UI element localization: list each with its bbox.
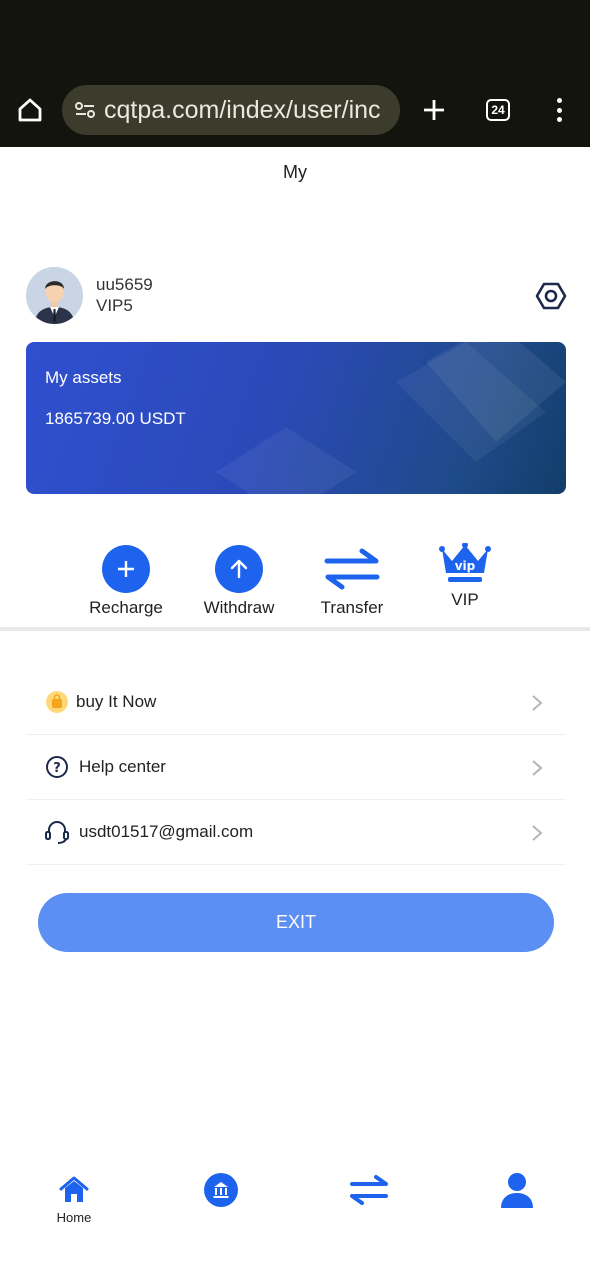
assets-card: My assets 1865739.00 USDT bbox=[26, 342, 566, 494]
chevron-right-icon bbox=[532, 695, 543, 711]
vip-button[interactable]: vip VIP bbox=[410, 543, 520, 610]
arrow-up-icon bbox=[215, 545, 263, 593]
transfer-label: Transfer bbox=[320, 598, 384, 617]
plus-icon bbox=[102, 545, 150, 593]
withdraw-label: Withdraw bbox=[203, 598, 275, 617]
section-divider bbox=[0, 627, 590, 631]
recharge-button[interactable]: Recharge bbox=[71, 545, 181, 618]
chevron-right-icon bbox=[532, 760, 543, 776]
nav-transfer[interactable] bbox=[324, 1170, 414, 1210]
site-settings-icon[interactable] bbox=[72, 97, 98, 123]
nav-profile[interactable] bbox=[472, 1170, 562, 1210]
nav-bank[interactable] bbox=[176, 1170, 266, 1210]
question-icon: ? bbox=[44, 754, 70, 780]
status-bar bbox=[0, 0, 590, 72]
assets-label: My assets bbox=[45, 368, 122, 387]
menu-item-buy-it-now[interactable]: buy It Now bbox=[26, 670, 566, 735]
url-text[interactable]: cqtpa.com/index/user/inc bbox=[104, 96, 381, 125]
menu-label-help-center: Help center bbox=[79, 757, 166, 776]
assets-value: 1865739.00 USDT bbox=[45, 409, 186, 428]
menu-item-help-center[interactable]: ? Help center bbox=[26, 735, 566, 800]
user-icon bbox=[497, 1170, 537, 1210]
vip-level: VIP5 bbox=[96, 296, 133, 315]
url-bar[interactable]: cqtpa.com/index/user/inc bbox=[62, 85, 400, 135]
exit-button[interactable]: EXIT bbox=[38, 893, 554, 952]
svg-text:vip: vip bbox=[455, 559, 476, 573]
menu-label-buy-it-now: buy It Now bbox=[76, 692, 157, 711]
home-icon[interactable] bbox=[14, 94, 46, 126]
username: uu5659 bbox=[96, 275, 153, 294]
bank-icon bbox=[201, 1170, 241, 1210]
browser-toolbar: cqtpa.com/index/user/inc 24 bbox=[0, 72, 590, 147]
new-tab-icon[interactable] bbox=[418, 94, 450, 126]
nav-home-label: Home bbox=[56, 1210, 92, 1225]
swap-arrows-icon bbox=[349, 1170, 389, 1210]
vip-label: VIP bbox=[451, 590, 479, 609]
recharge-label: Recharge bbox=[89, 598, 163, 617]
headset-icon bbox=[44, 819, 70, 845]
shop-bag-icon bbox=[44, 689, 70, 715]
more-menu-icon[interactable] bbox=[550, 94, 568, 126]
chevron-right-icon bbox=[532, 825, 543, 841]
svg-text:?: ? bbox=[53, 761, 61, 776]
page-title: My bbox=[283, 162, 307, 182]
home-icon bbox=[54, 1170, 94, 1210]
swap-arrows-icon bbox=[322, 545, 382, 593]
vip-crown-icon: vip bbox=[435, 543, 495, 587]
menu-item-support-email[interactable]: usdt01517@gmail.com bbox=[26, 800, 566, 865]
withdraw-button[interactable]: Withdraw bbox=[184, 545, 294, 618]
transfer-button[interactable]: Transfer bbox=[297, 545, 407, 618]
menu-label-support-email: usdt01517@gmail.com bbox=[79, 822, 254, 841]
nav-home[interactable]: Home bbox=[29, 1170, 119, 1225]
settings-icon[interactable] bbox=[535, 280, 567, 312]
avatar[interactable] bbox=[26, 267, 83, 324]
tab-switcher-icon[interactable]: 24 bbox=[486, 99, 510, 121]
